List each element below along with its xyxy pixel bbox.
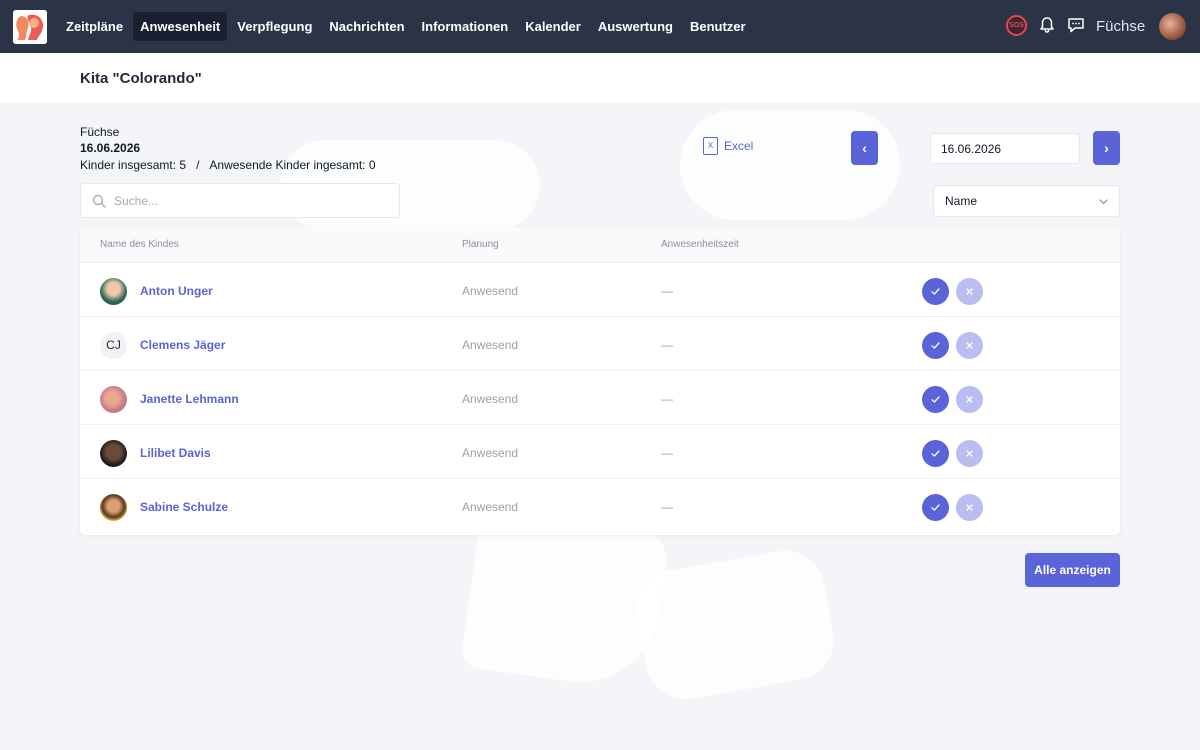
mark-present-button[interactable] [922,440,949,467]
close-icon [966,450,973,457]
check-icon [931,288,940,295]
table-header: Name des Kindes Planung Anwesenheitszeit [80,227,1120,263]
mark-present-button[interactable] [922,494,949,521]
excel-label: Excel [724,139,754,153]
child-name-link[interactable]: Sabine Schulze [140,500,228,514]
search-input[interactable] [114,192,384,210]
selected-date-label: 16.06.2026 [80,141,141,155]
date-field[interactable] [930,133,1080,164]
top-navigation: Zeitpläne Anwesenheit Verpflegung Nachricht… [0,0,1200,53]
nav-item-benutzer[interactable]: Benutzer [683,12,753,41]
nav-item-nachrichten[interactable]: Nachrichten [322,12,411,41]
mark-absent-button[interactable] [956,278,983,305]
planung-status: Anwesend [462,338,519,352]
close-icon [966,504,973,511]
attendance-time: — [661,500,673,514]
excel-file-icon: X [703,137,718,155]
mark-absent-button[interactable] [956,440,983,467]
children-total: Kinder insgesamt: 5 [80,158,187,172]
child-name-link[interactable]: Clemens Jäger [140,338,225,352]
excel-export-link[interactable]: X Excel [703,137,753,155]
attendance-summary: Kinder insgesamt: 5 / Anwesende Kinder i… [80,158,376,172]
sort-select[interactable]: Name [933,185,1120,217]
background-watermark [680,110,900,220]
chevron-down-icon [1099,199,1108,205]
planung-status: Anwesend [462,392,519,406]
child-avatar [100,278,127,305]
attendance-time: — [661,446,673,460]
column-header-planung: Planung [462,239,499,250]
user-avatar[interactable] [1159,13,1186,40]
nav-item-anwesenheit[interactable]: Anwesenheit [133,12,228,41]
mark-absent-button[interactable] [956,332,983,359]
child-name-link[interactable]: Janette Lehmann [140,392,239,406]
search-icon [92,194,106,208]
attendance-time: — [661,392,673,406]
current-group-label[interactable]: Füchse [1096,18,1145,35]
column-header-name: Name des Kindes [100,239,179,250]
close-icon [966,396,973,403]
mark-present-button[interactable] [922,332,949,359]
check-icon [931,504,940,511]
mark-present-button[interactable] [922,278,949,305]
mark-absent-button[interactable] [956,386,983,413]
next-day-button[interactable]: › [1093,131,1120,165]
nav-item-kalender[interactable]: Kalender [518,12,588,41]
nav-item-informationen[interactable]: Informationen [415,12,516,41]
close-icon [966,342,973,349]
child-name-link[interactable]: Lilibet Davis [140,446,211,460]
column-header-anwesenheitszeit: Anwesenheitszeit [661,239,739,250]
planung-status: Anwesend [462,446,519,460]
main-menu: Zeitpläne Anwesenheit Verpflegung Nachricht… [59,12,756,41]
child-avatar: CJ [100,332,127,359]
planung-status: Anwesend [462,284,519,298]
table-row: Sabine Schulze Anwesend — [80,479,1120,533]
table-row: Janette Lehmann Anwesend — [80,371,1120,425]
attendance-table: Name des Kindes Planung Anwesenheitszeit… [80,227,1120,535]
close-icon [966,288,973,295]
child-avatar [100,494,127,521]
chat-icon[interactable] [1066,15,1086,35]
previous-day-button[interactable]: ‹ [851,131,878,165]
mark-present-button[interactable] [922,386,949,413]
group-name: Füchse [80,125,120,139]
child-avatar [100,386,127,413]
check-icon [931,450,940,457]
check-icon [931,396,940,403]
child-name-link[interactable]: Anton Unger [140,284,213,298]
page-title: Kita "Colorando" [80,70,202,87]
summary-separator: / [196,158,200,172]
page-header: Kita "Colorando" [0,53,1200,103]
app-logo[interactable] [13,10,47,44]
attendance-time: — [661,338,673,352]
table-row: Lilibet Davis Anwesend — [80,425,1120,479]
bell-icon[interactable] [1037,15,1057,35]
check-icon [931,342,940,349]
nav-item-zeitpl-ne[interactable]: Zeitpläne [59,12,130,41]
child-avatar [100,440,127,467]
table-row: Anton Unger Anwesend — [80,263,1120,317]
mark-absent-button[interactable] [956,494,983,521]
sort-value: Name [945,194,978,208]
table-row: CJ Clemens Jäger Anwesend — [80,317,1120,371]
nav-item-auswertung[interactable]: Auswertung [591,12,680,41]
attendance-time: — [661,284,673,298]
show-all-button[interactable]: Alle anzeigen [1025,553,1120,587]
planung-status: Anwesend [462,500,519,514]
sos-icon[interactable]: SOS [1006,15,1027,36]
nav-item-verpflegung[interactable]: Verpflegung [230,12,319,41]
present-total: Anwesende Kinder ingesamt: 0 [209,158,376,172]
search-field [80,183,400,218]
